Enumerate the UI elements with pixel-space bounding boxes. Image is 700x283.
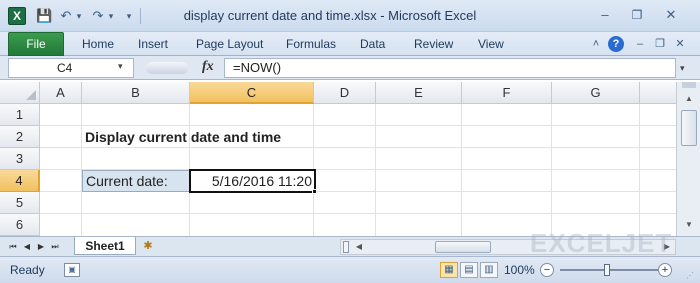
doc-close-icon[interactable]: ✕	[672, 36, 688, 52]
tab-review[interactable]: Review	[414, 32, 453, 56]
row-header-6[interactable]: 6	[0, 214, 40, 236]
select-all-icon	[26, 90, 36, 100]
tab-formulas[interactable]: Formulas	[286, 32, 336, 56]
zoom-slider-thumb[interactable]	[604, 264, 610, 276]
formula-input[interactable]: =NOW()	[224, 58, 676, 78]
row-header-2[interactable]: 2	[0, 126, 40, 148]
zoom-level[interactable]: 100%	[504, 257, 535, 283]
scroll-up-icon[interactable]: ▲	[682, 92, 696, 106]
formula-bar: C4 ▾ fx =NOW() ▾	[0, 56, 700, 80]
column-header-e[interactable]: E	[376, 82, 462, 104]
restore-icon[interactable]: ❐	[626, 6, 648, 24]
row-header-5[interactable]: 5	[0, 192, 40, 214]
fill-handle[interactable]	[312, 189, 317, 194]
minimize-ribbon-icon[interactable]: ˄	[588, 36, 604, 52]
undo-icon[interactable]: ↶	[58, 7, 74, 25]
macro-recording-icon[interactable]: ▣	[64, 263, 80, 277]
formula-bar-splitter[interactable]	[146, 62, 188, 74]
column-header-d[interactable]: D	[314, 82, 376, 104]
prev-sheet-icon[interactable]: ◀	[22, 240, 32, 254]
status-ready: Ready	[10, 263, 45, 277]
column-header-a[interactable]: A	[40, 82, 82, 104]
exceljet-watermark: EXCELJET	[530, 228, 673, 258]
vertical-scrollbar[interactable]: ▲ ▼	[676, 82, 700, 236]
excel-logo-icon[interactable]: X	[8, 7, 26, 25]
column-header-f[interactable]: F	[462, 82, 552, 104]
status-bar: Ready ▣ ▦ ▤ ▥ 100% − + ⋰	[0, 256, 700, 283]
page-break-view-icon[interactable]: ▥	[480, 262, 498, 278]
expand-formula-bar-icon[interactable]: ▾	[680, 63, 685, 74]
cell-c4[interactable]: 5/16/2016 11:20	[200, 170, 312, 192]
worksheet-grid: A B C D E F G 1 2 3 4 5 6 Display curren…	[0, 82, 676, 236]
tab-insert[interactable]: Insert	[138, 32, 168, 56]
title-bar: X 💾 ↶ ▾ ↷ ▾ ▾ display current date and t…	[0, 0, 700, 32]
doc-restore-icon[interactable]: ❐	[652, 36, 668, 52]
minimize-icon[interactable]: –	[594, 6, 616, 24]
sheet-tab-sheet1[interactable]: Sheet1	[74, 237, 136, 255]
row-header-1[interactable]: 1	[0, 104, 40, 126]
select-all-button[interactable]	[0, 82, 40, 104]
row-header-3[interactable]: 3	[0, 148, 40, 170]
horizontal-scroll-thumb[interactable]	[435, 241, 491, 253]
zoom-in-icon[interactable]: +	[658, 263, 672, 277]
customize-qat-icon[interactable]: ▾	[124, 7, 134, 25]
cell-b4[interactable]: Current date:	[86, 170, 168, 192]
tab-data[interactable]: Data	[360, 32, 385, 56]
zoom-slider[interactable]	[560, 269, 660, 271]
scroll-down-icon[interactable]: ▼	[682, 218, 696, 232]
insert-sheet-icon[interactable]: ✱	[140, 239, 156, 253]
ribbon-tabs: File Home Insert Page Layout Formulas Da…	[0, 32, 700, 56]
horizontal-split-box[interactable]	[343, 241, 349, 253]
vertical-split-box[interactable]	[682, 82, 696, 88]
next-sheet-icon[interactable]: ▶	[36, 240, 46, 254]
column-header-c[interactable]: C	[190, 82, 314, 104]
column-header-b[interactable]: B	[82, 82, 190, 104]
file-tab[interactable]: File	[8, 32, 64, 56]
vertical-scroll-thumb[interactable]	[681, 110, 697, 146]
close-icon[interactable]: ✕	[660, 6, 682, 24]
insert-function-icon[interactable]: fx	[202, 59, 214, 75]
save-icon[interactable]: 💾	[36, 7, 52, 25]
name-box-dropdown-icon[interactable]: ▾	[118, 61, 123, 72]
tab-home[interactable]: Home	[82, 32, 114, 56]
tab-page-layout[interactable]: Page Layout	[196, 32, 263, 56]
help-icon[interactable]: ?	[608, 36, 624, 52]
name-box[interactable]: C4	[8, 58, 134, 78]
redo-dropdown-icon[interactable]: ▾	[106, 7, 116, 25]
page-layout-view-icon[interactable]: ▤	[460, 262, 478, 278]
column-header-next	[640, 82, 676, 104]
zoom-out-icon[interactable]: −	[540, 263, 554, 277]
cell-b2[interactable]: Display current date and time	[85, 126, 281, 148]
first-sheet-icon[interactable]: ⏮	[8, 240, 18, 254]
last-sheet-icon[interactable]: ⏭	[50, 240, 60, 254]
doc-minimize-icon[interactable]: –	[632, 36, 648, 52]
resize-grip-icon[interactable]: ⋰	[686, 271, 696, 281]
scroll-left-icon[interactable]: ◀	[353, 241, 365, 253]
window-title: display current date and time.xlsx - Mic…	[183, 8, 477, 23]
column-header-g[interactable]: G	[552, 82, 640, 104]
qat-separator	[140, 8, 141, 24]
undo-dropdown-icon[interactable]: ▾	[74, 7, 84, 25]
normal-view-icon[interactable]: ▦	[440, 262, 458, 278]
row-header-4[interactable]: 4	[0, 170, 40, 192]
redo-icon[interactable]: ↷	[90, 7, 106, 25]
tab-view[interactable]: View	[478, 32, 504, 56]
